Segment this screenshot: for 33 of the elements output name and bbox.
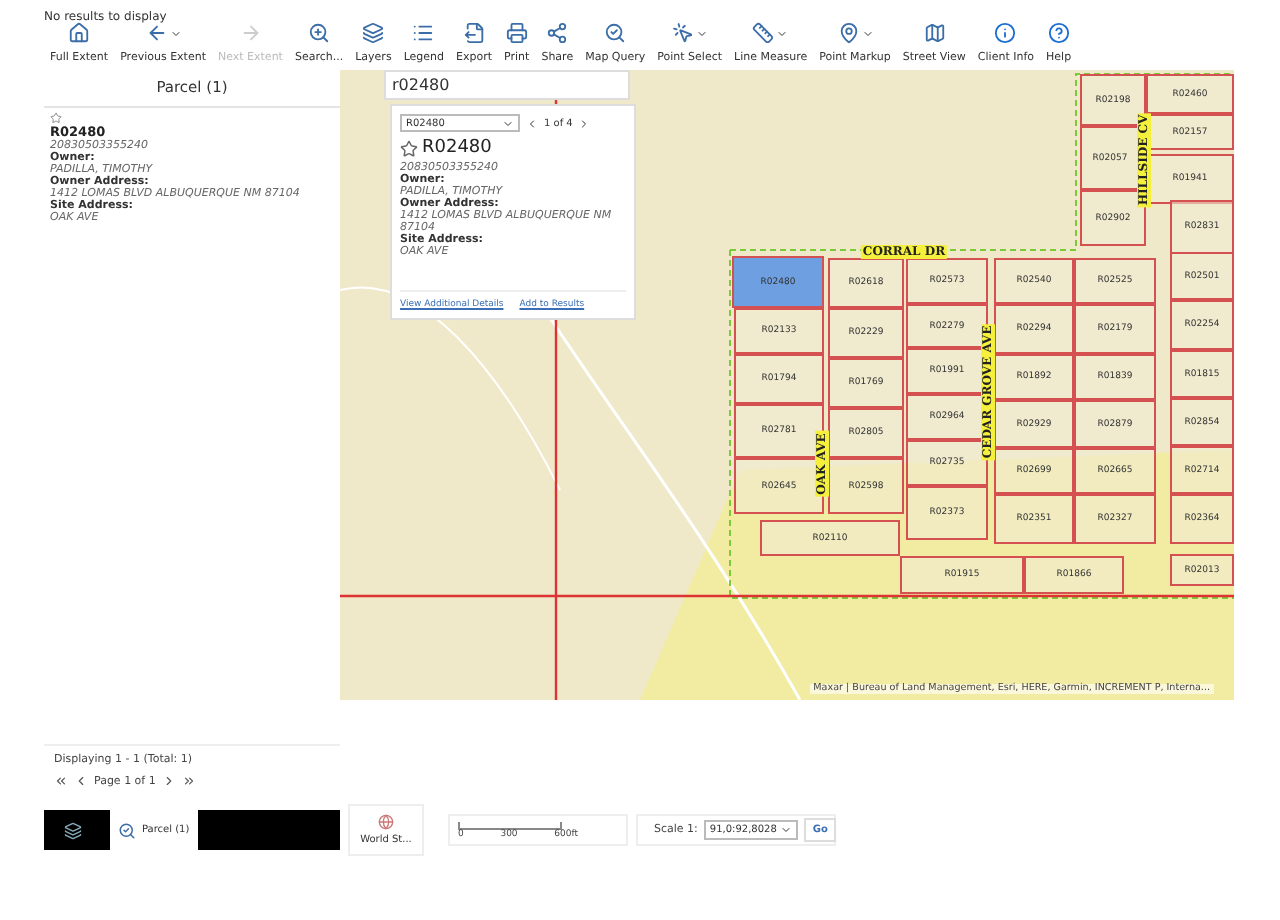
scale-bar <box>458 821 562 829</box>
pointer-icon <box>671 22 694 44</box>
pin-icon <box>837 22 860 44</box>
back-arrow-icon <box>145 22 168 44</box>
popup-title: R02480 <box>422 138 492 158</box>
globe-icon <box>378 814 394 830</box>
printer-icon <box>505 22 528 44</box>
home-icon <box>68 22 91 44</box>
star-icon[interactable] <box>50 112 62 124</box>
list-icon <box>412 22 435 44</box>
layers-icon <box>64 821 82 839</box>
map[interactable] <box>340 70 1234 700</box>
caret-icon <box>502 117 514 129</box>
ruler-icon <box>752 22 775 44</box>
forward-arrow-icon <box>239 22 262 44</box>
layers-icon <box>362 22 385 44</box>
search-icon <box>604 22 627 44</box>
first-page-button[interactable] <box>54 774 68 788</box>
previous-icon[interactable] <box>526 117 538 129</box>
map-icon <box>923 22 946 44</box>
share-icon <box>546 22 569 44</box>
info-icon <box>994 22 1017 44</box>
last-page-button[interactable] <box>181 774 196 788</box>
star-icon[interactable] <box>400 139 418 157</box>
previous-page-button[interactable] <box>74 774 88 788</box>
next-page-button[interactable] <box>161 774 176 788</box>
search-field[interactable]: r02480 <box>384 70 630 100</box>
caret-icon <box>780 824 793 836</box>
help-icon <box>1047 22 1070 44</box>
next-icon[interactable] <box>578 117 591 129</box>
export-icon <box>463 22 486 44</box>
search-icon <box>118 821 136 839</box>
zoom-icon <box>308 22 331 44</box>
